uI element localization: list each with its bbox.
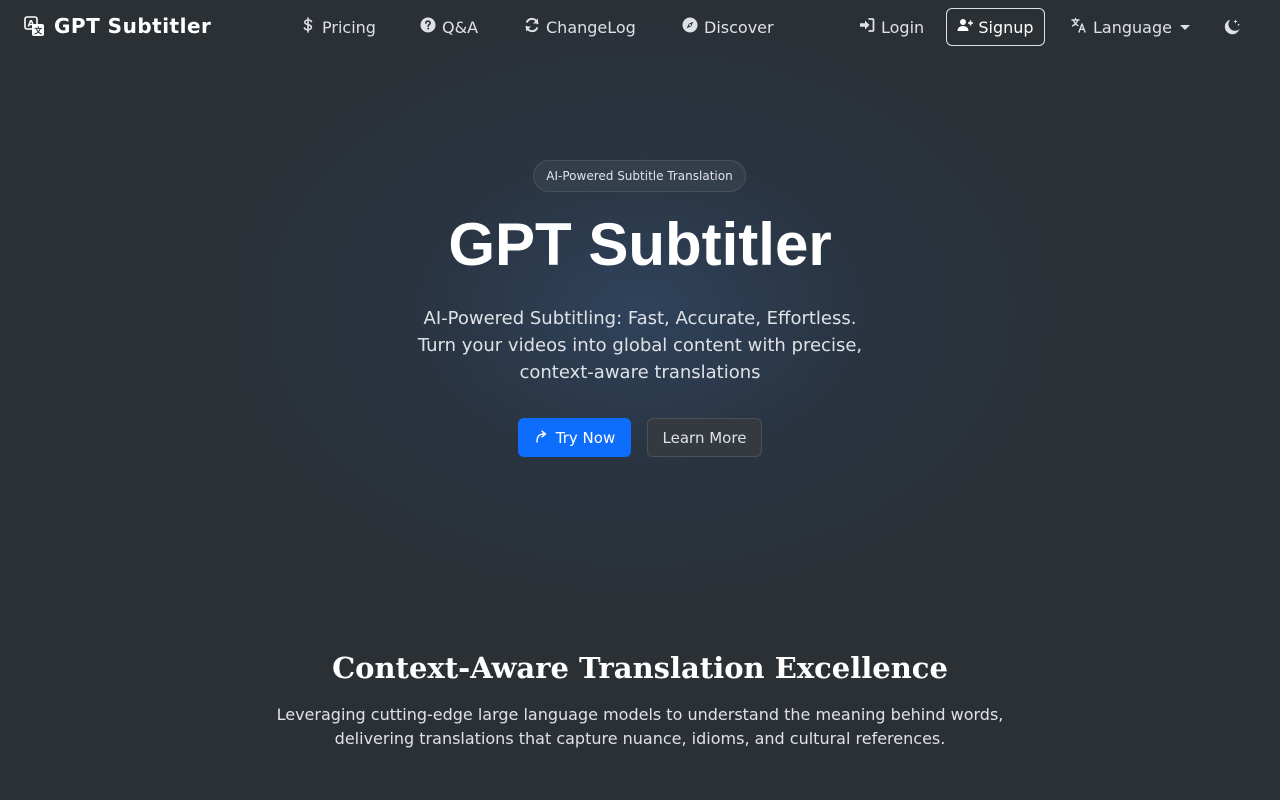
nav-link-discover[interactable]: Discover [682,17,774,38]
hero-badge-text: AI-Powered Subtitle Translation [546,169,733,183]
language-dropdown[interactable]: Language [1071,17,1190,38]
section-description: Leveraging cutting-edge large language m… [260,703,1020,751]
arrow-up-right-icon [534,429,548,447]
sign-in-icon [859,17,875,38]
theme-toggle-button[interactable] [1222,17,1242,37]
hero-subtitle-line: Turn your videos into global content wit… [417,335,863,356]
nav-link-label: Pricing [322,17,376,37]
user-plus-icon [957,17,974,37]
navbar: A 文 GPT Subtitler Pricing Q&A ChangeLog … [0,0,1280,55]
question-circle-icon [420,17,436,38]
page: A 文 GPT Subtitler Pricing Q&A ChangeLog … [0,0,1280,800]
nav-link-pricing[interactable]: Pricing [300,17,376,38]
try-now-label: Try Now [555,428,616,447]
signup-label: Signup [978,17,1034,37]
try-now-button[interactable]: Try Now [518,418,631,457]
learn-more-label: Learn More [662,428,747,447]
compass-icon [682,17,698,38]
moon-stars-icon [1222,19,1242,41]
svg-text:文: 文 [34,25,43,35]
hero-subtitle-line: AI-Powered Subtitling: Fast, Accurate, E… [423,308,857,329]
brand-link[interactable]: A 文 GPT Subtitler [24,14,211,38]
hero-subtitle-line: context-aware translations [519,362,761,383]
hero-badge: AI-Powered Subtitle Translation [533,160,746,192]
login-label: Login [881,17,925,37]
language-icon [1071,17,1087,38]
hero-title: GPT Subtitler [448,211,832,278]
login-link[interactable]: Login [859,17,924,38]
learn-more-button[interactable]: Learn More [647,418,762,457]
nav-link-qa[interactable]: Q&A [420,17,478,38]
nav-link-label: Discover [704,17,774,37]
section-title: Context-Aware Translation Excellence [332,651,948,685]
language-label: Language [1093,17,1172,37]
nav-link-label: Q&A [442,17,479,37]
dollar-icon [300,17,316,38]
section-description-line: delivering translations that capture nua… [334,729,946,748]
nav-link-changelog[interactable]: ChangeLog [524,17,636,38]
section-description-line: Leveraging cutting-edge large language m… [276,705,1004,724]
hero-subtitle: AI-Powered Subtitling: Fast, Accurate, E… [400,305,880,386]
nav-link-label: ChangeLog [546,17,636,37]
translate-icon: A 文 [24,15,45,37]
signup-button[interactable]: Signup [946,8,1045,46]
chevron-down-icon [1179,25,1190,30]
refresh-icon [524,17,540,38]
brand-name: GPT Subtitler [54,14,212,38]
